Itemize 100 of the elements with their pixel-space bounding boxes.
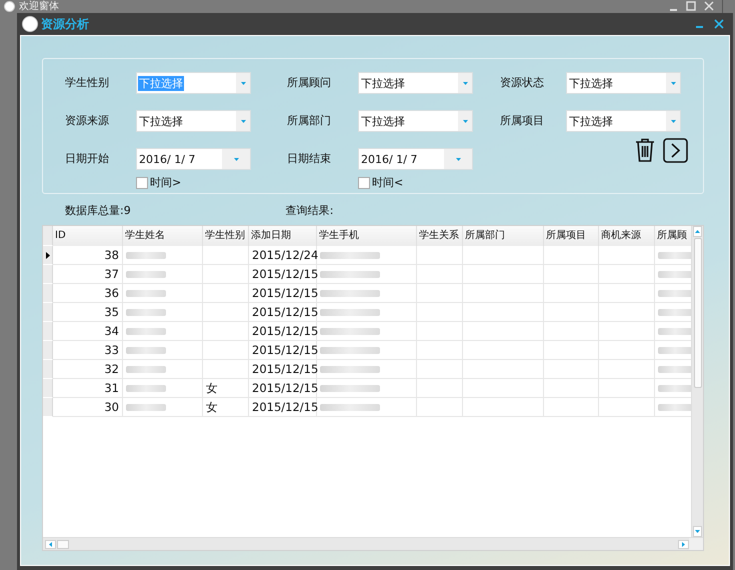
column-header[interactable]: 学生关系: [417, 226, 463, 246]
table-cell: 2015/12/15: [249, 303, 317, 322]
checkbox-label: 时间<: [372, 175, 404, 190]
dropdown[interactable]: 下拉选择: [566, 72, 681, 94]
blurred-text: [658, 384, 691, 392]
horizontal-scrollbar[interactable]: [43, 537, 703, 550]
checkbox[interactable]: [358, 176, 370, 188]
dropdown[interactable]: 下拉选择: [358, 72, 473, 94]
row-header[interactable]: [43, 246, 53, 265]
blurred-text: [658, 404, 691, 410]
table-cell: 女: [203, 379, 249, 398]
query-result-label: 查询结果:: [286, 203, 334, 219]
blurred-text: [126, 366, 166, 372]
table-cell: 2015/12/15: [249, 341, 317, 360]
field-label: 日期开始: [65, 151, 110, 167]
blurred-text: [320, 270, 380, 278]
dropdown[interactable]: 下拉选择: [136, 110, 251, 132]
blurred-text: [126, 404, 166, 410]
caret-icon: [670, 82, 676, 84]
field-label: 所属项目: [500, 113, 545, 129]
blurred-text: [658, 270, 691, 278]
table-cell: 2015/12/15: [249, 265, 317, 284]
dropdown-value: 下拉选择: [360, 76, 406, 90]
dropdown[interactable]: 下拉选择: [358, 110, 473, 132]
column-header[interactable]: 学生性别: [203, 226, 249, 246]
scroll-up-icon[interactable]: [695, 230, 700, 233]
blurred-text: [658, 346, 691, 354]
date-picker[interactable]: 2016/ 1/ 7: [358, 148, 473, 170]
scroll-down-icon[interactable]: [695, 530, 700, 533]
blurred-text: [320, 384, 380, 392]
blurred-text: [126, 384, 166, 392]
dropdown-value: 下拉选择: [138, 114, 184, 128]
caret-icon: [234, 158, 238, 160]
field-label: 资源来源: [65, 113, 110, 129]
maximize-icon[interactable]: [686, 1, 696, 11]
column-header[interactable]: 商机来源: [599, 226, 655, 246]
table-cell: [544, 284, 599, 303]
blurred-text: [320, 366, 380, 372]
table-cell: 34: [53, 322, 123, 341]
table-cell: 36: [53, 284, 123, 303]
blurred-text: [320, 308, 380, 316]
caret-icon: [670, 120, 676, 122]
column-header[interactable]: 学生姓名: [123, 226, 203, 246]
table-cell: 2015/12/15: [249, 322, 317, 341]
scrollbar-corner: [689, 538, 703, 550]
table-cell: [544, 341, 599, 360]
blurred-text: [320, 404, 380, 410]
app-logo-icon: [4, 0, 15, 12]
column-header[interactable]: 学生手机: [317, 226, 417, 246]
table-cell: [544, 379, 599, 398]
blurred-text: [126, 270, 166, 278]
dropdown-value: 下拉选择: [360, 114, 406, 128]
close-icon[interactable]: [714, 19, 724, 29]
blurred-text: [126, 252, 166, 258]
blurred-text: [126, 290, 166, 296]
caret-icon: [456, 158, 460, 160]
blurred-text: [658, 308, 691, 316]
table-cell: 37: [53, 265, 123, 284]
window-title: 欢迎窗体: [19, 0, 59, 12]
scrollbar-thumb[interactable]: [694, 238, 702, 388]
blurred-text: [320, 290, 380, 296]
column-header[interactable]: ID: [53, 226, 123, 246]
blurred-text: [320, 252, 380, 258]
dropdown[interactable]: 下拉选择: [566, 110, 681, 132]
dropdown-value: 下拉选择: [138, 76, 184, 90]
table-cell: 2015/12/15: [249, 398, 317, 417]
column-header[interactable]: 所属项目: [544, 226, 599, 246]
table-cell: 32: [53, 360, 123, 379]
table-cell: 30: [53, 398, 123, 417]
field-label: 日期结束: [287, 151, 332, 167]
blurred-text: [126, 328, 166, 334]
table-cell: 2015/12/15: [249, 360, 317, 379]
window-title: 资源分析: [41, 16, 89, 32]
table-cell: [544, 398, 599, 417]
date-value: 2016/ 1/ 7: [138, 152, 196, 166]
date-picker[interactable]: 2016/ 1/ 7: [136, 148, 251, 170]
vertical-scrollbar[interactable]: [691, 226, 703, 537]
column-header[interactable]: 所属部门: [463, 226, 544, 246]
blurred-text: [658, 290, 691, 296]
blurred-text: [126, 308, 166, 316]
dropdown-value: 下拉选择: [568, 76, 614, 90]
scrollbar-thumb[interactable]: [57, 540, 69, 548]
trash-icon[interactable]: [635, 138, 655, 162]
blurred-text: [320, 328, 380, 334]
table-cell: [544, 246, 599, 265]
field-label: 学生性别: [65, 75, 110, 91]
scroll-right-icon[interactable]: [682, 542, 685, 546]
current-row-icon: [46, 252, 50, 258]
table-cell: 35: [53, 303, 123, 322]
scroll-left-icon[interactable]: [49, 542, 52, 546]
caret-icon: [240, 120, 246, 122]
caret-icon: [462, 120, 468, 122]
field-label: 所属部门: [287, 113, 332, 129]
column-header[interactable]: 添加日期: [249, 226, 317, 246]
checkbox[interactable]: [136, 176, 148, 188]
date-value: 2016/ 1/ 7: [360, 152, 418, 166]
blurred-text: [658, 366, 691, 372]
field-label: 资源状态: [500, 75, 545, 91]
table-cell: 33: [53, 341, 123, 360]
caret-icon: [240, 82, 246, 84]
